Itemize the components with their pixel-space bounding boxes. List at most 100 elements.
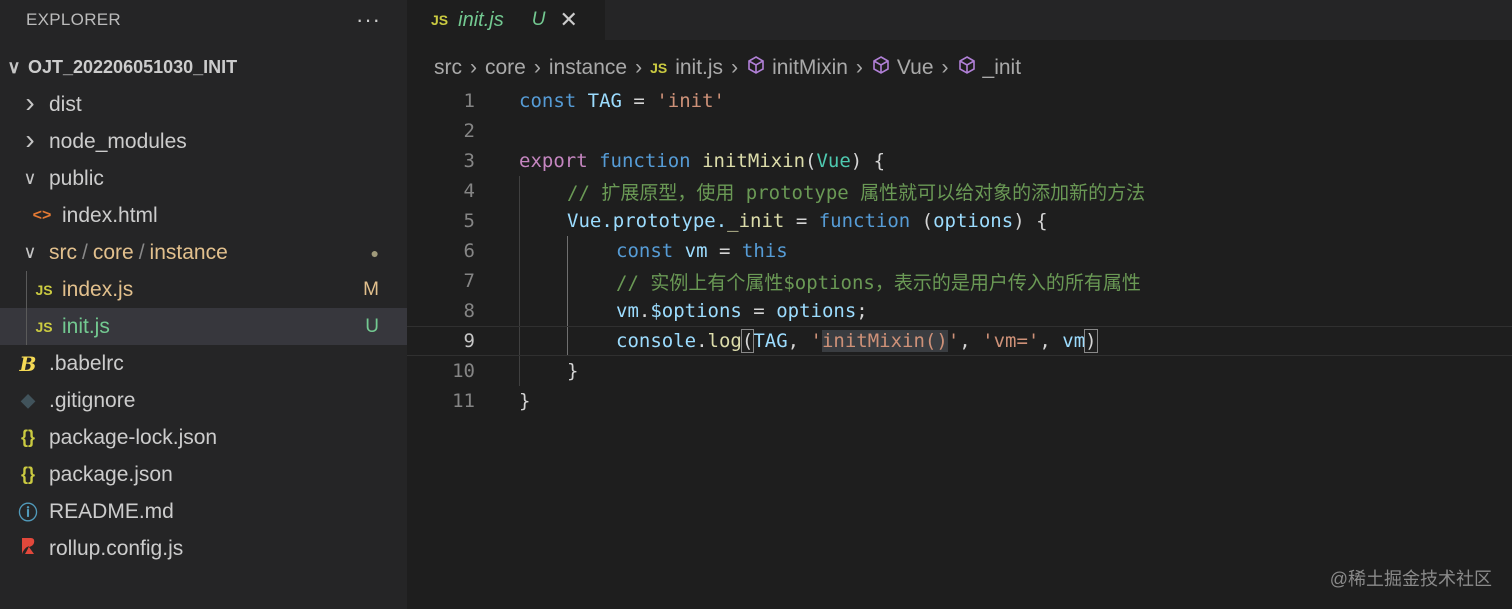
tree-item-package-lock-json[interactable]: {} package-lock.json — [0, 419, 407, 456]
chevron-right-icon — [22, 130, 38, 154]
tab-bar: JS init.js U ✕ — [407, 0, 1512, 40]
method-cube-icon — [746, 55, 766, 81]
tree-folder-instance: instance — [149, 240, 228, 264]
chevron-right-icon: › — [941, 56, 949, 79]
breadcrumb-init[interactable]: _init — [983, 56, 1022, 80]
tree-item-label: .babelrc — [49, 351, 124, 375]
tab-label: init.js — [458, 8, 504, 31]
info-icon: ⓘ — [18, 503, 38, 524]
tab-init-js[interactable]: JS init.js U ✕ — [407, 0, 605, 40]
line-number: 7 — [463, 270, 475, 292]
tree-folder-src: src — [49, 240, 77, 264]
line-number: 2 — [463, 120, 475, 142]
tree-item-package-json[interactable]: {} package.json — [0, 456, 407, 493]
tree-item-gitignore[interactable]: ◆ .gitignore — [0, 382, 407, 419]
tree-item-index-html[interactable]: <> index.html — [0, 197, 407, 234]
chevron-down-icon — [22, 168, 38, 189]
json-file-icon: {} — [20, 427, 35, 447]
tree-item-node-modules[interactable]: node_modules — [0, 123, 407, 160]
root-folder-label: OJT_202206051030_INIT — [28, 57, 238, 77]
code-line-active: 9 console.log(TAG, 'initMixin()', 'vm=',… — [407, 326, 1512, 356]
tree-item-dist[interactable]: dist — [0, 86, 407, 123]
line-number: 10 — [452, 360, 475, 382]
breadcrumb-src[interactable]: src — [434, 56, 462, 80]
code-line: 2 — [407, 116, 1512, 146]
line-number: 5 — [463, 210, 475, 232]
explorer-root-folder[interactable]: OJT_202206051030_INIT — [0, 49, 407, 86]
babel-icon: B — [19, 351, 37, 376]
tree-item-readme[interactable]: ⓘ README.md — [0, 493, 407, 530]
modified-dot-badge: ● — [370, 244, 379, 261]
indent-guide — [26, 308, 27, 345]
code-line: 3 export function initMixin(Vue) { — [407, 146, 1512, 176]
breadcrumb-vue[interactable]: Vue — [897, 56, 934, 80]
js-file-icon: JS — [35, 281, 53, 298]
line-number: 4 — [463, 180, 475, 202]
tree-item-label: .gitignore — [49, 388, 136, 412]
tree-item-label: node_modules — [49, 129, 187, 153]
tree-item-label: public — [49, 166, 104, 190]
line-number: 8 — [463, 300, 475, 322]
breadcrumb-core[interactable]: core — [485, 56, 526, 80]
code-line: 7 // 实例上有个属性$options，表示的是用户传入的所有属性 — [407, 266, 1512, 296]
tab-untracked-badge: U — [531, 9, 546, 30]
indent-guide — [26, 271, 27, 308]
line-number: 6 — [463, 240, 475, 262]
tree-item-babelrc[interactable]: B .babelrc — [0, 345, 407, 382]
tree-item-label: index.js — [62, 277, 134, 301]
git-modified-badge: M — [363, 278, 379, 300]
more-actions-icon[interactable]: ··· — [356, 7, 381, 33]
code-line: 8 vm.$options = options; — [407, 296, 1512, 326]
tree-item-rollup-config[interactable]: rollup.config.js — [0, 530, 407, 567]
tree-item-index-js[interactable]: JS index.js M — [0, 271, 407, 308]
tree-item-label: init.js — [62, 314, 110, 338]
rollup-icon — [16, 537, 40, 560]
tree-item-label: rollup.config.js — [49, 536, 184, 560]
chevron-right-icon: › — [533, 56, 541, 79]
chevron-down-icon — [22, 242, 38, 263]
tree-item-label: package-lock.json — [49, 425, 218, 449]
git-untracked-badge: U — [365, 315, 379, 337]
tree-item-label: dist — [49, 92, 82, 116]
chevron-right-icon: › — [855, 56, 863, 79]
html-file-icon: <> — [32, 206, 52, 224]
watermark: @稀土掘金技术社区 — [1329, 569, 1492, 589]
code-line: 6 const vm = this — [407, 236, 1512, 266]
tree-item-label: package.json — [49, 462, 173, 486]
explorer-header: EXPLORER ··· — [0, 0, 407, 40]
chevron-down-icon — [6, 57, 22, 78]
chevron-right-icon — [22, 93, 38, 117]
tree-item-src-core-instance[interactable]: src / core / instance ● — [0, 234, 407, 271]
tree-item-init-js[interactable]: JS init.js U — [0, 308, 407, 345]
js-file-icon: JS — [35, 318, 53, 335]
method-cube-icon — [871, 55, 891, 81]
method-cube-icon — [957, 55, 977, 81]
line-number: 3 — [463, 150, 475, 172]
breadcrumb-initmixin[interactable]: initMixin — [772, 56, 848, 80]
breadcrumb-instance[interactable]: instance — [549, 56, 627, 80]
line-number: 11 — [452, 390, 475, 412]
line-number: 9 — [463, 330, 475, 352]
code-line: 4 // 扩展原型，使用 prototype 属性就可以给对象的添加新的方法 — [407, 176, 1512, 206]
tree-item-public[interactable]: public — [0, 160, 407, 197]
code-line: 1 const TAG = 'init' — [407, 86, 1512, 116]
breadcrumb-file[interactable]: init.js — [675, 56, 723, 80]
tree-item-label: README.md — [49, 499, 174, 523]
line-number: 1 — [463, 90, 475, 112]
explorer-sidebar: EXPLORER ··· OJT_202206051030_INIT dist … — [0, 0, 407, 609]
tree-folder-core: core — [92, 240, 134, 264]
close-icon[interactable]: ✕ — [559, 7, 577, 33]
code-line: 11 } — [407, 386, 1512, 416]
code-line: 10 } — [407, 356, 1512, 386]
editor-area: JS init.js U ✕ src › core › instance › J… — [407, 0, 1512, 609]
tree-item-label: index.html — [62, 203, 158, 227]
chevron-right-icon: › — [731, 56, 739, 79]
git-icon: ◆ — [21, 390, 35, 410]
explorer-title: EXPLORER — [26, 10, 121, 29]
code-line: 5 Vue.prototype._init = function (option… — [407, 206, 1512, 236]
js-file-icon: JS — [431, 12, 449, 28]
js-file-icon: JS — [650, 60, 668, 76]
chevron-right-icon: › — [635, 56, 643, 79]
chevron-right-icon: › — [470, 56, 477, 79]
json-file-icon: {} — [20, 464, 35, 484]
